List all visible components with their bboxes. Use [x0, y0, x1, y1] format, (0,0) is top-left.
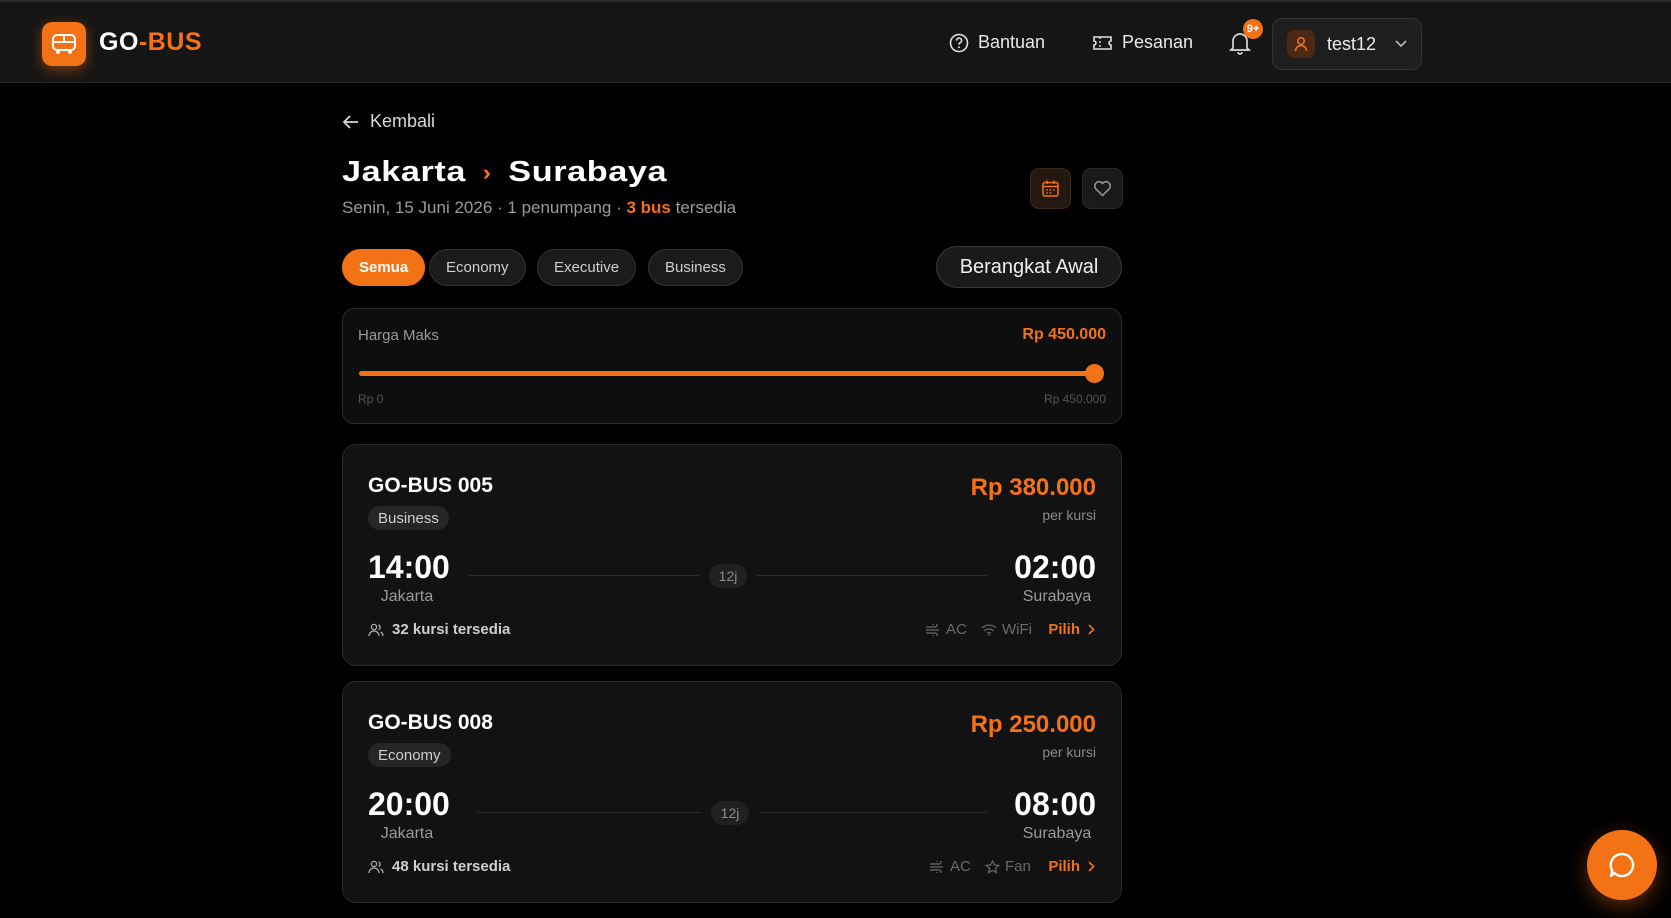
departure-time: 20:00 — [368, 786, 450, 822]
price-filter-label: Harga Maks — [358, 327, 439, 344]
seat-availability: 48 kursi tersedia — [368, 858, 510, 875]
chevron-right-icon — [1088, 861, 1095, 872]
wifi-icon — [981, 624, 997, 636]
favorite-button[interactable] — [1082, 168, 1123, 209]
ac-icon — [926, 623, 939, 636]
arrival-time: 08:00 — [1014, 786, 1096, 822]
user-menu-button[interactable]: test12 — [1272, 18, 1422, 70]
ticket-icon — [1093, 35, 1112, 50]
bus-class-badge: Business — [368, 506, 449, 530]
users-icon — [368, 860, 384, 873]
ac-icon — [930, 860, 943, 873]
amenity-wifi: WiFi — [981, 621, 1032, 638]
back-label: Kembali — [370, 111, 436, 131]
duration-badge: 12j — [709, 564, 747, 588]
help-circle-icon — [949, 33, 969, 52]
ticket-price: Rp 250.000 — [970, 711, 1096, 738]
departure-city: Jakarta — [380, 588, 434, 605]
price-slider-fill — [359, 371, 1095, 376]
bus-class-badge: Economy — [368, 743, 451, 767]
star-icon — [985, 859, 1000, 874]
origin-city: Jakarta — [342, 156, 467, 188]
filter-chip-executive[interactable]: Executive — [537, 249, 637, 286]
chat-bubble-icon — [1609, 852, 1635, 878]
bus-logo-icon[interactable] — [42, 22, 86, 66]
brand-logo-text[interactable]: GO-BUS — [99, 28, 202, 57]
route-title: Jakarta › Surabaya — [342, 156, 667, 189]
chevron-right-icon — [1088, 624, 1095, 635]
bus-name: GO-BUS 008 — [368, 711, 493, 734]
amenity-ac: AC — [929, 858, 971, 875]
price-min-label: Rp 0 — [358, 392, 384, 406]
route-line — [469, 575, 699, 576]
ticket-price: Rp 380.000 — [970, 474, 1096, 501]
arrow-left-icon — [342, 114, 358, 129]
price-slider-thumb[interactable] — [1085, 364, 1104, 383]
arrival-time: 02:00 — [1014, 549, 1096, 585]
nav-orders-label: Pesanan — [1122, 32, 1194, 52]
notification-badge: 9+ — [1243, 19, 1263, 39]
route-line — [759, 812, 987, 813]
price-unit: per kursi — [1042, 507, 1096, 523]
filter-chip-business[interactable]: Business — [648, 249, 743, 286]
amenity-ac: AC — [925, 621, 967, 638]
user-avatar — [1287, 30, 1315, 58]
chevron-down-icon — [1395, 40, 1407, 48]
departure-time: 14:00 — [368, 549, 450, 585]
chat-support-button[interactable] — [1587, 830, 1657, 900]
price-max-label: Rp 450.000 — [1043, 392, 1106, 406]
amenity-fan: Fan — [985, 858, 1031, 875]
price-slider-track[interactable] — [359, 364, 1104, 383]
filter-chip-semua[interactable]: Semua — [342, 249, 426, 286]
users-icon — [368, 623, 384, 636]
bus-result-card[interactable]: GO-BUS 008 Economy Rp 250.000 per kursi … — [342, 681, 1122, 903]
back-button[interactable]: Kembali — [342, 111, 435, 132]
top-navigation-bar: GO-BUS Bantuan Pesanan 9+ test12 — [0, 0, 1671, 83]
route-line — [477, 812, 701, 813]
select-bus-button[interactable]: Pilih — [1048, 858, 1095, 875]
bus-result-card[interactable]: GO-BUS 005 Business Rp 380.000 per kursi… — [342, 444, 1122, 666]
select-bus-button[interactable]: Pilih — [1048, 621, 1095, 638]
filter-chip-economy[interactable]: Economy — [429, 249, 526, 286]
seat-availability: 32 kursi tersedia — [368, 621, 510, 638]
heart-icon — [1094, 180, 1111, 197]
user-name: test12 — [1327, 33, 1377, 54]
calendar-icon — [1042, 180, 1059, 197]
bus-name: GO-BUS 005 — [368, 474, 493, 497]
price-unit: per kursi — [1042, 744, 1096, 760]
chevron-right-icon: › — [482, 159, 492, 185]
price-filter-value: Rp 450.000 — [1022, 326, 1106, 343]
sort-select[interactable]: Berangkat Awal — [936, 246, 1122, 288]
user-icon — [1294, 37, 1308, 52]
arrival-city: Surabaya — [1022, 588, 1092, 605]
arrival-city: Surabaya — [1022, 825, 1092, 842]
change-date-button[interactable] — [1030, 168, 1071, 209]
nav-help-label: Bantuan — [978, 32, 1046, 52]
price-filter-panel: Harga Maks Rp 450.000 Rp 0 Rp 450.000 — [342, 308, 1122, 424]
duration-badge: 12j — [711, 801, 749, 825]
trip-summary: Senin, 15 Juni 2026 · 1 penumpang · 3 bu… — [342, 198, 737, 217]
destination-city: Surabaya — [508, 156, 668, 188]
nav-help-link[interactable]: Bantuan — [949, 32, 1045, 53]
nav-orders-link[interactable]: Pesanan — [1092, 32, 1193, 53]
bus-count: 3 bus — [626, 198, 671, 217]
departure-city: Jakarta — [380, 825, 434, 842]
route-line — [757, 575, 987, 576]
